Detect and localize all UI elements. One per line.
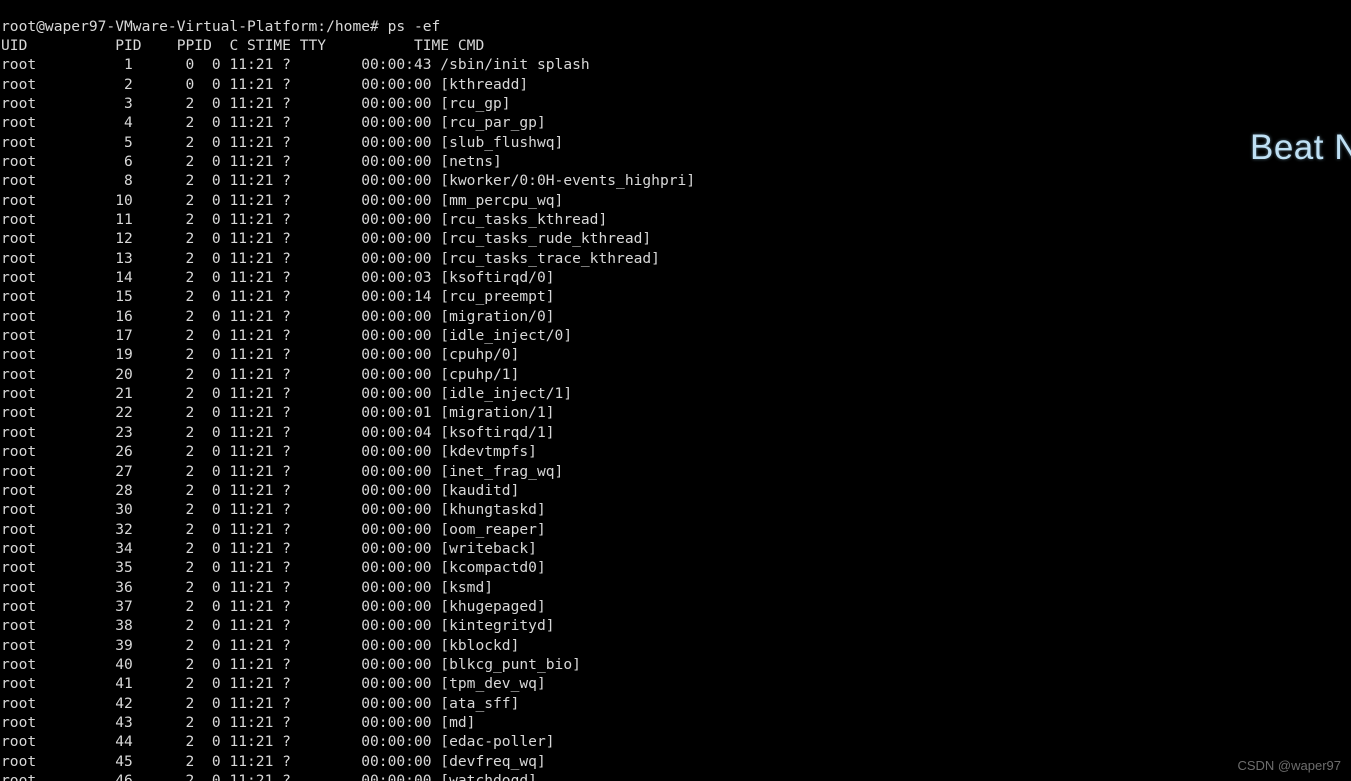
terminal-output[interactable]: root@waper97-VMware-Virtual-Platform:/ho… [0, 15, 695, 781]
terminal-window[interactable]: root@waper97-VMware-Virtual-Platform:/ho… [0, 0, 1351, 781]
beat-overlay-text: Beat N [1250, 128, 1351, 167]
csdn-watermark: CSDN @waper97 [1237, 758, 1341, 773]
